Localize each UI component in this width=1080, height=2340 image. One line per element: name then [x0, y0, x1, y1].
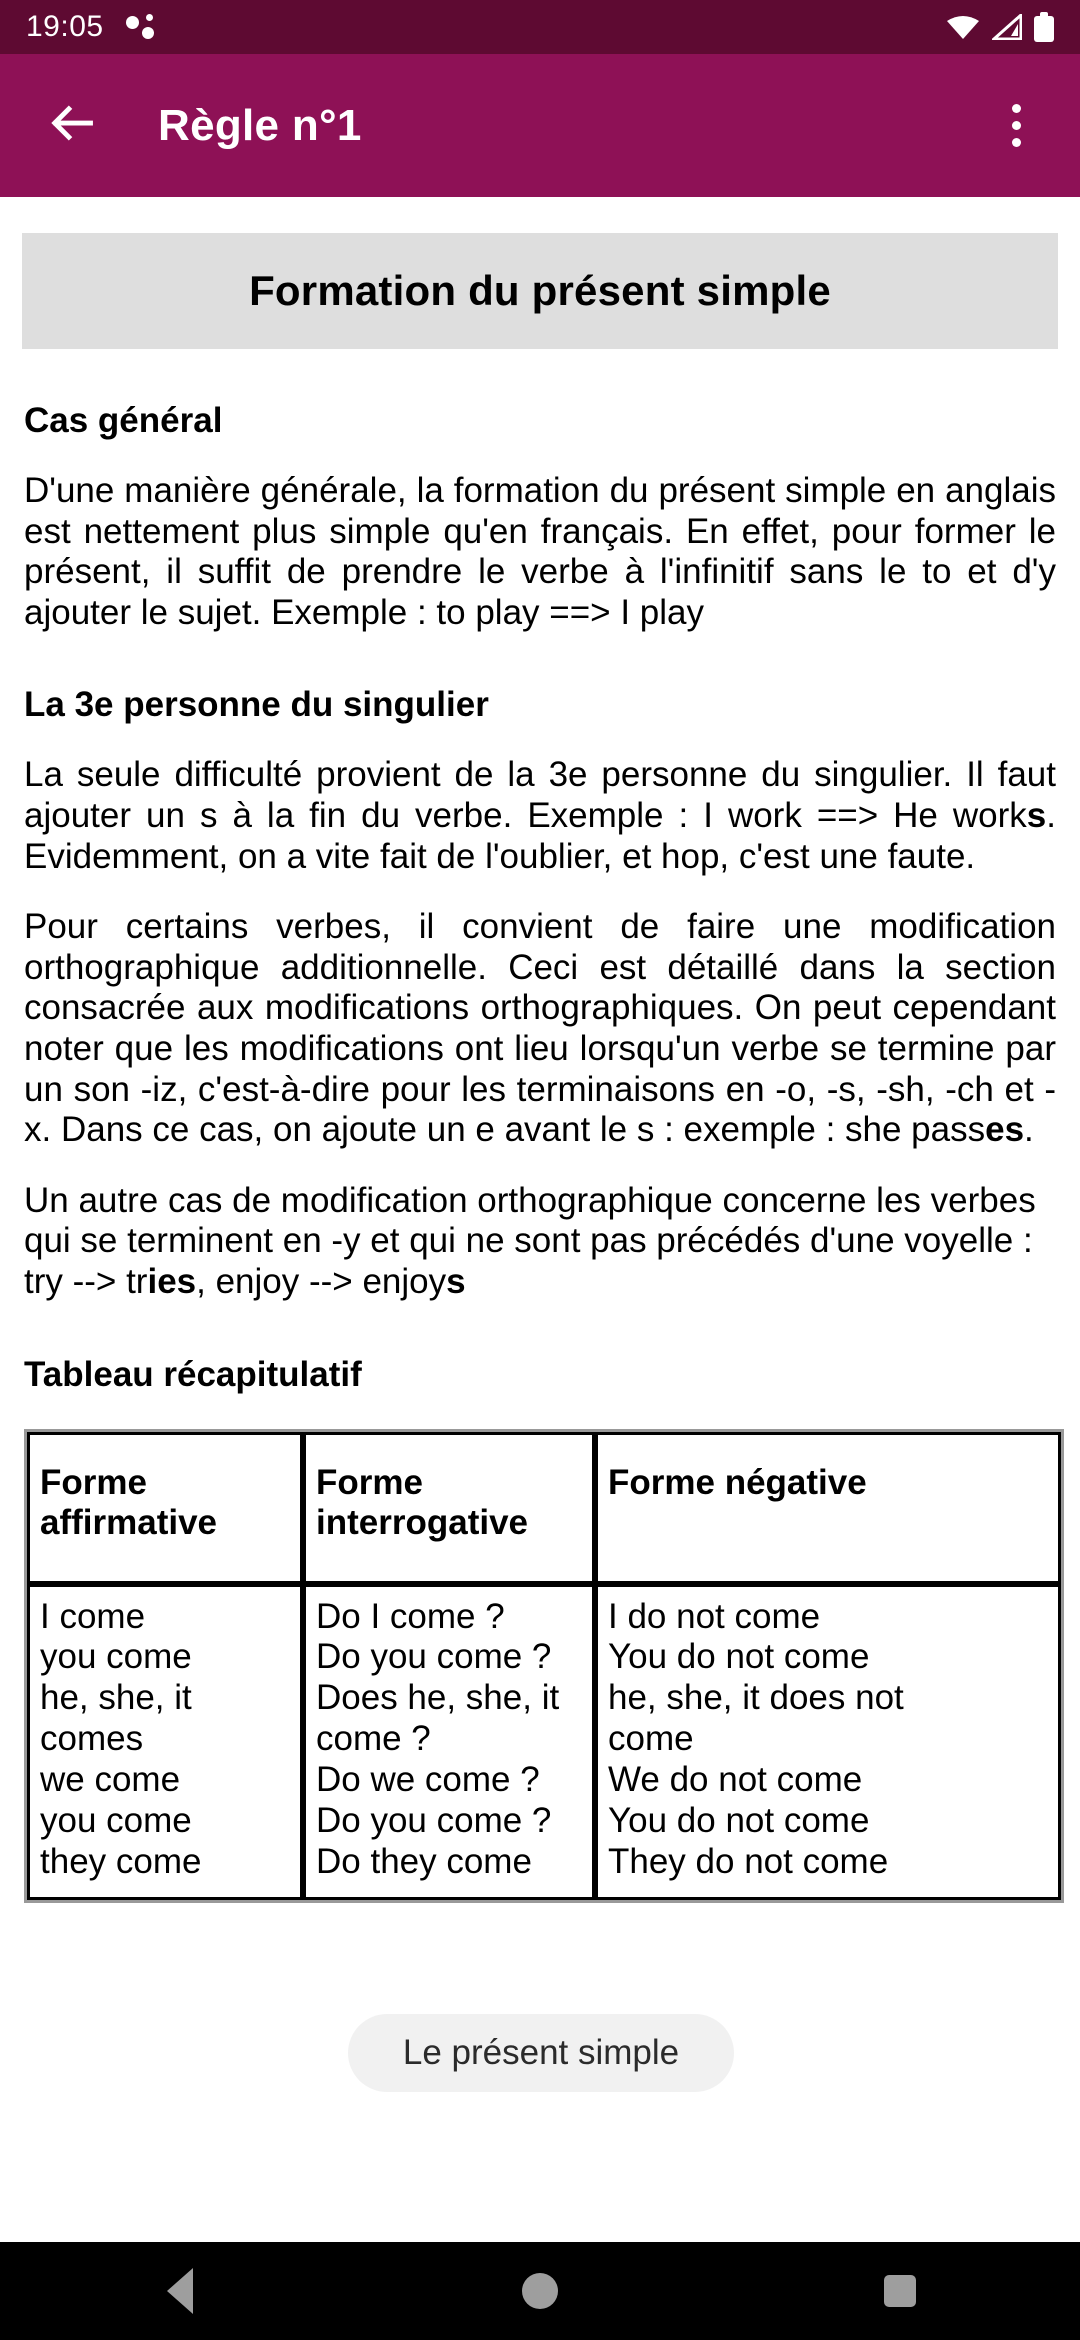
table-cell-negative: I do not come You do not come he, she, i…	[595, 1583, 1061, 1901]
kebab-dot	[1011, 138, 1021, 147]
table-cell-interrogative: Do I come ? Do you come ? Does he, she, …	[303, 1583, 595, 1901]
app-bar: Règle n°1	[0, 54, 1080, 197]
phone-screen: 19:05 Règle n°1 Formation du présent sim…	[0, 0, 1080, 2340]
cell-line: Do they come	[316, 1842, 532, 1882]
cell-line: you come	[40, 1637, 192, 1677]
paragraph-3e-personne-3: Un autre cas de modification orthographi…	[24, 1180, 1036, 1301]
notification-dots-icon	[125, 13, 160, 41]
home-circle-icon	[522, 2273, 558, 2309]
wifi-icon	[946, 14, 980, 40]
overflow-menu-button[interactable]	[986, 89, 1046, 163]
status-bar: 19:05	[0, 0, 1080, 54]
nav-back-button[interactable]	[90, 2242, 270, 2340]
nav-recents-button[interactable]	[810, 2242, 990, 2340]
page-title: Règle n°1	[158, 100, 362, 150]
table-cell-affirmative: I come you come he, she, it comes we com…	[27, 1583, 303, 1901]
cell-line: come	[608, 1719, 694, 1759]
table-header-row: Forme affirmative Forme interrogative Fo…	[27, 1431, 1061, 1584]
cell-line: come ?	[316, 1719, 431, 1759]
status-bar-clock: 19:05	[26, 10, 104, 43]
cell-line: They do not come	[608, 1842, 889, 1882]
table-header-negative: Forme négative	[595, 1431, 1061, 1584]
cell-line: you come	[40, 1801, 192, 1841]
table-header-interrogative: Forme interrogative	[303, 1431, 595, 1584]
cell-line: Do you come ?	[316, 1801, 552, 1841]
table-row: I come you come he, she, it comes we com…	[27, 1583, 1061, 1901]
table-header-affirmative: Forme affirmative	[27, 1431, 303, 1584]
battery-icon	[1034, 12, 1054, 42]
paragraph-cas-general: D'une manière générale, la formation du …	[24, 471, 1056, 632]
section-heading-3e-personne: La 3e personne du singulier	[24, 685, 489, 725]
back-button[interactable]	[34, 89, 108, 163]
nav-home-button[interactable]	[450, 2242, 630, 2340]
cell-line: Do you come ?	[316, 1637, 552, 1677]
recents-square-icon	[884, 2275, 916, 2307]
recap-table: Forme affirmative Forme interrogative Fo…	[24, 1428, 1064, 1904]
section-heading-tableau: Tableau récapitulatif	[24, 1354, 362, 1394]
cell-line: You do not come	[608, 1637, 870, 1677]
recap-table-wrapper: Forme affirmative Forme interrogative Fo…	[22, 1428, 1064, 1904]
paragraph-3e-personne-1: La seule difficulté provient de la 3e pe…	[24, 755, 1056, 876]
kebab-dot	[1011, 104, 1021, 113]
kebab-dot	[1011, 121, 1021, 130]
lesson-content[interactable]: Formation du présent simple Cas général …	[0, 197, 1080, 2242]
back-arrow-icon	[45, 97, 97, 154]
section-heading-cas-general: Cas général	[24, 401, 223, 440]
cell-line: he, she, it does not	[608, 1678, 904, 1718]
cell-line: We do not come	[608, 1760, 863, 1800]
lesson-title: Formation du présent simple	[249, 267, 831, 314]
cell-line: comes	[40, 1719, 144, 1759]
paragraph-3e-personne-2: Pour certains verbes, il convient de fai…	[24, 907, 1056, 1150]
cell-line: they come	[40, 1842, 202, 1882]
cell-line: Do we come ?	[316, 1760, 540, 1800]
cell-line: I do not come	[608, 1596, 821, 1636]
android-navigation-bar	[0, 2242, 1080, 2340]
cell-line: he, she, it	[40, 1678, 192, 1718]
cell-line: Does he, she, it	[316, 1678, 560, 1718]
cell-line: You do not come	[608, 1801, 870, 1841]
back-triangle-icon	[167, 2268, 193, 2314]
cell-line: we come	[40, 1760, 181, 1800]
signal-icon	[990, 11, 1023, 41]
cell-line: I come	[40, 1596, 146, 1636]
status-bar-icons	[946, 11, 1054, 42]
lesson-title-banner: Formation du présent simple	[22, 233, 1058, 349]
cell-line: Do I come ?	[316, 1596, 505, 1636]
